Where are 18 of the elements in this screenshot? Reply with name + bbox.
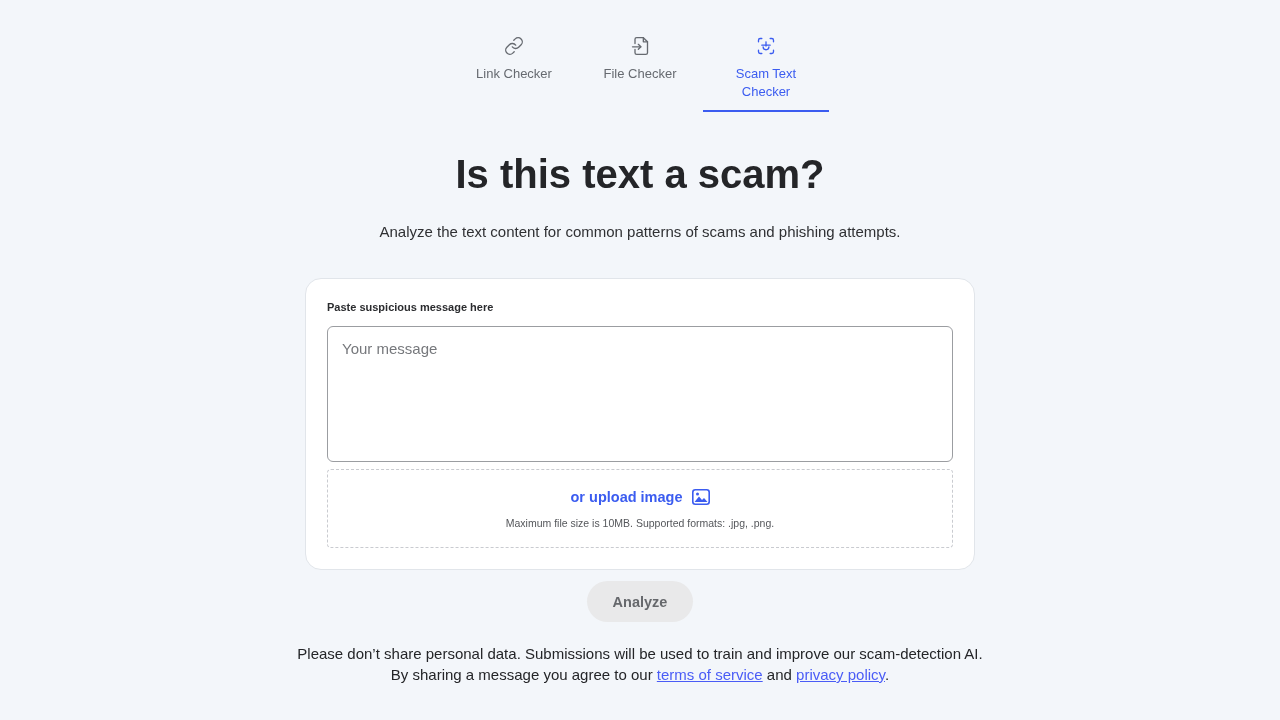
upload-image-link[interactable]: or upload image — [570, 487, 710, 507]
consent-text: By sharing a message you agree to our terms of service and privacy policy. — [390, 665, 890, 685]
page-subheading: Analyze the text content for common patterns of scams and phishing attempts. — [379, 222, 901, 242]
privacy-notice: Please don’t share personal data. Submissions will be used to train and improve our scam-detection AI. — [297, 644, 983, 664]
image-icon — [691, 489, 710, 505]
page-heading: Is this text a scam? — [455, 151, 825, 198]
checker-tab[interactable]: File Checker — [577, 0, 703, 112]
message-field[interactable]: Your message — [327, 326, 953, 462]
scan-frame-icon — [756, 36, 776, 56]
upload-drop-zone[interactable]: or upload image Maximum file size is 10MB. Supported formats: .jpg, .png. — [327, 469, 953, 548]
field-label: Paste suspicious message here — [327, 300, 495, 315]
link-icon — [504, 36, 524, 56]
privacy-link[interactable]: privacy policy — [796, 666, 885, 683]
checker-tab[interactable]: Scam Text Checker — [703, 0, 829, 112]
checker-tab[interactable]: Link Checker — [451, 0, 577, 112]
file-size-note: Maximum file size is 10MB. Supported formats: .jpg, .png. — [505, 516, 775, 530]
file-arrow-icon — [630, 36, 650, 56]
terms-link[interactable]: terms of service — [656, 666, 763, 683]
